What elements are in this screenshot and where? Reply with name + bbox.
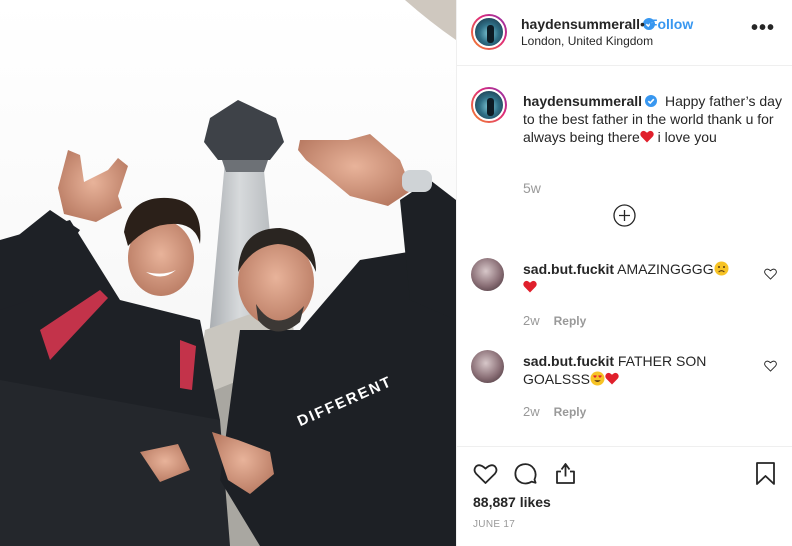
comment-avatar[interactable] xyxy=(471,258,504,291)
post-sidebar: haydensummerall • Follow London, United K… xyxy=(456,0,792,546)
comment-text-block: sad.but.fuckit FATHER SON GOALSSS xyxy=(523,352,751,388)
comment-bubble-icon[interactable] xyxy=(513,461,538,486)
save-bookmark-icon[interactable] xyxy=(753,461,778,486)
comment-username[interactable]: sad.but.fuckit xyxy=(523,261,614,277)
comment-text: AMAZINGGGG xyxy=(617,261,714,277)
red-heart-emoji-icon xyxy=(605,372,619,385)
caption-username-text[interactable]: haydensummerall xyxy=(523,93,642,109)
load-more-comments-icon[interactable] xyxy=(613,204,636,227)
share-icon[interactable] xyxy=(553,461,578,486)
post-photo[interactable]: DIFFERENT xyxy=(0,0,456,546)
like-count[interactable]: 88,887 likes xyxy=(473,494,551,510)
reply-button[interactable]: Reply xyxy=(554,314,587,328)
heart-eyes-emoji-icon xyxy=(590,371,605,386)
author-username[interactable]: haydensummerall xyxy=(521,16,656,32)
post-actions: 88,887 likes JUNE 17 xyxy=(457,446,792,546)
post-location[interactable]: London, United Kingdom xyxy=(521,34,653,48)
comment-like-heart-icon[interactable] xyxy=(764,268,777,280)
follow-separator: • xyxy=(640,16,645,32)
verified-badge-icon xyxy=(645,95,658,107)
comment-meta: 2w Reply xyxy=(523,313,586,328)
more-options-icon[interactable]: ••• xyxy=(751,18,775,38)
comment-timestamp[interactable]: 2w xyxy=(523,404,540,419)
post-image: DIFFERENT xyxy=(0,0,456,546)
author-avatar[interactable] xyxy=(471,14,507,50)
comment-like-heart-icon[interactable] xyxy=(764,360,777,372)
caption-avatar[interactable] xyxy=(471,87,507,123)
author-username-text[interactable]: haydensummerall xyxy=(521,16,640,32)
comment-text-block: sad.but.fuckit AMAZINGGGG xyxy=(523,260,751,296)
post-date[interactable]: JUNE 17 xyxy=(473,519,515,530)
sad-face-emoji-icon xyxy=(714,261,729,276)
red-heart-emoji-icon xyxy=(523,280,537,293)
post-caption: haydensummerall Happy father’s day to th… xyxy=(523,92,785,146)
like-heart-icon[interactable] xyxy=(473,461,498,486)
comment-meta: 2w Reply xyxy=(523,404,586,419)
red-heart-emoji-icon xyxy=(640,130,654,143)
comment-username[interactable]: sad.but.fuckit xyxy=(523,353,614,369)
comment-timestamp[interactable]: 2w xyxy=(523,313,540,328)
caption-timestamp[interactable]: 5w xyxy=(523,180,541,196)
reply-button[interactable]: Reply xyxy=(554,405,587,419)
caption-text-end: i love you xyxy=(653,129,717,145)
post-header: haydensummerall • Follow London, United K… xyxy=(457,0,792,66)
follow-group: • Follow xyxy=(640,16,693,32)
caption-username[interactable]: haydensummerall xyxy=(523,93,658,109)
comment-avatar[interactable] xyxy=(471,350,504,383)
follow-button[interactable]: Follow xyxy=(649,16,693,32)
